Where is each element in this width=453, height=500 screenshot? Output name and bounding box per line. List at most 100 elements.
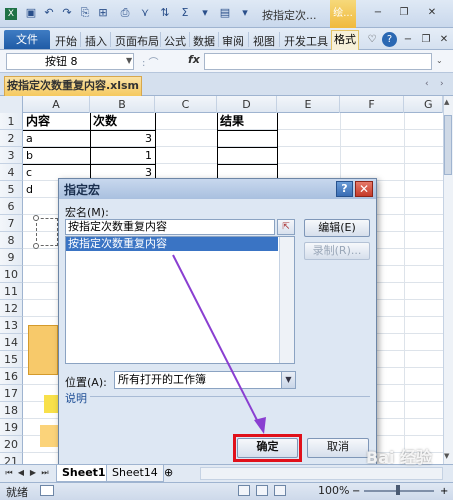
heart-icon[interactable]: ♡ <box>364 33 380 47</box>
normal-view-icon[interactable] <box>238 485 250 496</box>
sort-icon[interactable]: ⇅ <box>158 6 172 20</box>
row-header-13[interactable]: 13 <box>0 317 23 334</box>
prev-sheet-icon[interactable]: ◀ <box>16 467 26 479</box>
column-header-b[interactable]: B <box>90 96 155 113</box>
workbook-tab[interactable]: 按指定次数重复内容.xlsm <box>4 76 142 96</box>
collapse-dialog-icon[interactable]: ⇱ <box>277 219 295 235</box>
cell-a3[interactable]: b <box>24 147 33 164</box>
row-header-1[interactable]: 1 <box>0 113 23 130</box>
zoom-level[interactable]: 100% <box>318 484 349 497</box>
expand-formula-icon[interactable]: ⌄ <box>436 56 443 65</box>
chevron-down-icon[interactable]: ▼ <box>126 56 132 65</box>
first-sheet-icon[interactable]: ⏮ <box>4 467 14 479</box>
sum-icon[interactable]: Σ <box>178 6 192 20</box>
column-header-c[interactable]: C <box>155 96 217 113</box>
name-box[interactable]: 按钮 8 <box>6 53 134 70</box>
dropdown-icon[interactable]: ▾ <box>198 6 212 20</box>
row-header-2[interactable]: 2 <box>0 130 23 147</box>
print-icon[interactable]: ⎙ <box>118 6 132 20</box>
last-sheet-icon[interactable]: ⏭ <box>40 467 50 479</box>
tab-data[interactable]: 数据 <box>193 33 215 49</box>
cell-b2[interactable]: 3 <box>91 130 155 147</box>
tab-view[interactable]: 视图 <box>253 33 275 49</box>
tab-home[interactable]: 开始 <box>55 33 77 49</box>
row-header-4[interactable]: 4 <box>0 164 23 181</box>
shapes-icon[interactable]: ⊞ <box>96 6 110 20</box>
row-header-6[interactable]: 6 <box>0 198 23 215</box>
column-header-e[interactable]: E <box>277 96 340 113</box>
row-header-14[interactable]: 14 <box>0 334 23 351</box>
chevron-down-icon[interactable]: ▼ <box>281 372 295 388</box>
zoom-out-icon[interactable]: − <box>352 486 360 497</box>
row-header-10[interactable]: 10 <box>0 266 23 283</box>
formula-input[interactable] <box>204 53 432 70</box>
next-sheet-icon[interactable]: ▶ <box>28 467 38 479</box>
tab-formulas[interactable]: 公式 <box>164 33 186 49</box>
row-header-20[interactable]: 20 <box>0 436 23 453</box>
macro-record-icon[interactable] <box>40 485 54 496</box>
page-break-view-icon[interactable] <box>274 485 286 496</box>
macro-list-item[interactable]: 按指定次数重复内容 <box>66 237 278 251</box>
save-icon[interactable]: ▣ <box>24 6 38 20</box>
row-header-16[interactable]: 16 <box>0 368 23 385</box>
cell-b1[interactable]: 次数 <box>91 113 117 130</box>
cell-b3[interactable]: 1 <box>91 147 155 164</box>
undo-icon[interactable]: ↶ <box>42 6 56 20</box>
dialog-help-button[interactable]: ? <box>336 181 353 197</box>
tab-scroll-right-icon[interactable]: › <box>440 79 444 89</box>
cell-a5[interactable]: d <box>24 181 33 198</box>
scroll-up-icon[interactable]: ▲ <box>444 98 449 106</box>
row-header-7[interactable]: 7 <box>0 215 23 232</box>
ribbon-close-icon[interactable]: ✕ <box>436 33 452 47</box>
fx-icon[interactable]: fx <box>188 53 200 66</box>
cell-a2[interactable]: a <box>24 130 33 147</box>
sheet-tab-sheet1[interactable]: Sheet1 <box>56 465 112 482</box>
tab-developer[interactable]: 开发工具 <box>284 33 328 49</box>
page-layout-view-icon[interactable] <box>256 485 268 496</box>
row-header-3[interactable]: 3 <box>0 147 23 164</box>
cancel-button[interactable]: 取消 <box>307 438 369 458</box>
row-header-19[interactable]: 19 <box>0 419 23 436</box>
row-header-15[interactable]: 15 <box>0 351 23 368</box>
tab-scroll-left-icon[interactable]: ‹ <box>425 79 429 89</box>
tab-format[interactable]: 格式 <box>331 30 359 50</box>
zoom-slider-thumb[interactable] <box>396 485 400 495</box>
row-header-11[interactable]: 11 <box>0 283 23 300</box>
tab-file[interactable]: 文件 <box>4 30 50 49</box>
horizontal-scrollbar[interactable] <box>200 467 443 480</box>
column-header-a[interactable]: A <box>23 96 90 113</box>
ok-button[interactable]: 确定 <box>237 438 298 458</box>
cell-a4[interactable]: c <box>24 164 32 181</box>
scroll-down-icon[interactable]: ▼ <box>444 452 449 460</box>
row-header-12[interactable]: 12 <box>0 300 23 317</box>
row-header-17[interactable]: 17 <box>0 385 23 402</box>
minimize-icon[interactable]: − <box>370 6 386 20</box>
macro-name-input[interactable]: 按指定次数重复内容 <box>65 219 275 235</box>
edit-button[interactable]: 编辑(E) <box>304 219 370 237</box>
close-icon[interactable]: ✕ <box>424 6 440 20</box>
column-header-f[interactable]: F <box>340 96 404 113</box>
tab-insert[interactable]: 插入 <box>85 33 107 49</box>
help-icon[interactable]: ? <box>382 32 397 47</box>
format-icon[interactable]: ▤ <box>218 6 232 20</box>
resize-handle[interactable] <box>33 215 39 221</box>
column-header-g[interactable]: G <box>404 96 443 113</box>
row-header-8[interactable]: 8 <box>0 232 23 249</box>
tab-review[interactable]: 审阅 <box>222 33 244 49</box>
redo-icon[interactable]: ↷ <box>60 6 74 20</box>
zoom-in-icon[interactable]: + <box>440 486 448 497</box>
tab-page-layout[interactable]: 页面布局 <box>115 33 159 49</box>
filter-icon[interactable]: ⋎ <box>138 6 152 20</box>
customize-icon[interactable]: ▾ <box>238 6 252 20</box>
row-header-18[interactable]: 18 <box>0 402 23 419</box>
macro-list[interactable] <box>65 236 295 364</box>
paste-icon[interactable]: ⎘ <box>78 6 92 20</box>
row-header-5[interactable]: 5 <box>0 181 23 198</box>
cell-a1[interactable]: 内容 <box>24 113 50 130</box>
restore-icon[interactable]: ❐ <box>396 6 412 20</box>
select-all-corner[interactable] <box>0 96 23 113</box>
sheet-tab-sheet14[interactable]: Sheet14 <box>106 465 164 482</box>
macro-list-scrollbar[interactable] <box>279 237 294 363</box>
dialog-close-button[interactable]: ✕ <box>355 181 373 197</box>
ribbon-restore-icon[interactable]: ❐ <box>418 33 434 47</box>
